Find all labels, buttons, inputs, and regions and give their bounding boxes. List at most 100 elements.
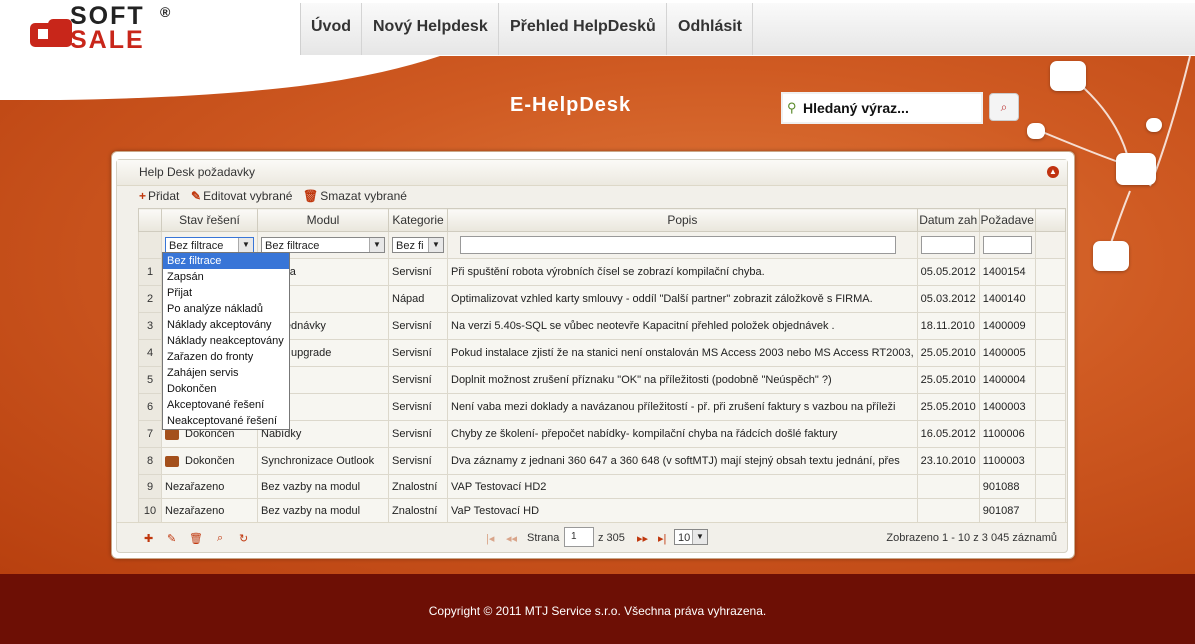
cell-datum: 05.03.2012	[916, 285, 980, 313]
table-row[interactable]: 8 Dokončen Synchronizace Outlook Servisní Dv…	[138, 447, 1066, 475]
column-header-datum[interactable]: Datum zah	[916, 208, 980, 232]
dropdown-option[interactable]: Náklady akceptovány	[163, 317, 289, 333]
cell-empty	[1034, 366, 1066, 394]
last-page-icon[interactable]: ▸|	[658, 532, 666, 545]
add-button[interactable]: + Přidat	[139, 189, 179, 203]
nav-odhlasit[interactable]: Odhlásit	[668, 3, 754, 55]
cell-empty	[1034, 339, 1066, 367]
search-input[interactable]: ⚲ Hledaný výraz...	[781, 92, 983, 124]
column-header-modul[interactable]: Modul	[257, 208, 389, 232]
column-header-stav[interactable]: Stav řešení	[161, 208, 258, 232]
decorative-bubble	[1050, 61, 1086, 91]
dropdown-option[interactable]: Zařazen do fronty	[163, 349, 289, 365]
row-number: 10	[138, 498, 162, 523]
grid-title: Help Desk požadavky	[139, 165, 256, 179]
cell-datum: 18.11.2010	[916, 312, 980, 340]
cell-popis: Na verzi 5.40s-SQL se vůbec neotevře Kap…	[447, 312, 918, 340]
nav-prehled-helpdesku[interactable]: Přehled HelpDesků	[500, 3, 667, 55]
row-number: 2	[138, 285, 162, 313]
page-title: E-HelpDesk	[510, 94, 632, 116]
row-number: 3	[138, 312, 162, 340]
grid-caption: Help Desk požadavky ▲	[117, 160, 1067, 186]
cell-popis: Optimalizovat vzhled karty smlouvy - odd…	[447, 285, 918, 313]
rows-per-page-select[interactable]: 10 ▼	[674, 529, 708, 545]
chevron-down-icon: ▼	[369, 238, 384, 252]
cell-stav: Nezařazeno	[161, 498, 258, 523]
cell-empty	[1034, 393, 1066, 421]
dropdown-option[interactable]: Po analýze nákladů	[163, 301, 289, 317]
cell-empty	[1034, 474, 1066, 499]
edit-selected-button[interactable]: ✎ Editovat vybrané	[191, 189, 292, 203]
records-summary: Zobrazeno 1 - 10 z 3 045 záznamů	[886, 532, 1057, 544]
pencil-icon: ✎	[191, 189, 202, 203]
dropdown-option[interactable]: Náklady neakceptovány	[163, 333, 289, 349]
logo-sale-text: SALE	[70, 26, 145, 54]
cell-kategorie: Znalostní	[388, 498, 448, 523]
cell-popis: Není vaba mezi doklady a navázanou příle…	[447, 393, 918, 421]
dropdown-option[interactable]: Zahájen servis	[163, 365, 289, 381]
cell-pozadavek: 1400003	[978, 393, 1036, 421]
filter-popis-input[interactable]	[460, 236, 896, 254]
nav-uvod[interactable]: Úvod	[301, 3, 362, 55]
table-row[interactable]: 10 Nezařazeno Bez vazby na modul Znalostní V…	[138, 498, 1066, 523]
row-number: 5	[138, 366, 162, 394]
filter-datum-input[interactable]	[920, 236, 975, 254]
row-number: 9	[138, 474, 162, 499]
main-nav: Úvod Nový Helpdesk Přehled HelpDesků Odh…	[300, 3, 1195, 55]
page-input[interactable]: 1	[564, 527, 594, 547]
filter-row-number	[138, 231, 162, 259]
chevron-down-icon: ▼	[238, 238, 253, 252]
cell-empty	[1034, 447, 1066, 475]
column-header-popis[interactable]: Popis	[447, 208, 918, 232]
cell-datum: 25.05.2010	[916, 393, 980, 421]
row-number-header	[138, 208, 162, 232]
cell-popis: Doplnit možnost zrušení příznaku "OK" na…	[447, 366, 918, 394]
cell-pozadavek: 1400154	[978, 258, 1036, 286]
search-button[interactable]: ⌕	[989, 93, 1019, 121]
briefcase-icon	[165, 455, 179, 467]
search-placeholder: Hledaný výraz...	[803, 100, 909, 116]
refresh-icon[interactable]: ↻	[239, 532, 248, 545]
cell-empty	[1034, 312, 1066, 340]
dropdown-option[interactable]: Přijat	[163, 285, 289, 301]
delete-selected-button[interactable]: 🗑 Smazat vybrané	[303, 189, 407, 203]
filter-pozadavek-input[interactable]	[982, 236, 1032, 254]
dropdown-option[interactable]: Akceptované řešení	[163, 397, 289, 413]
cell-pozadavek: 901088	[978, 474, 1036, 499]
delete-icon[interactable]: 🗑	[189, 532, 203, 545]
nav-novy-helpdesk[interactable]: Nový Helpdesk	[363, 3, 499, 55]
cell-stav: Dokončen	[161, 447, 258, 475]
dropdown-option[interactable]: Bez filtrace	[163, 253, 289, 269]
grid-toolbar: + Přidat ✎ Editovat vybrané 🗑 Smazat vybran…	[117, 185, 1067, 208]
dropdown-option[interactable]: Neakceptované řešení	[163, 413, 289, 429]
first-page-icon[interactable]: |◂	[486, 532, 494, 545]
cell-datum: 05.05.2012	[916, 258, 980, 286]
cell-empty	[1034, 258, 1066, 286]
cell-pozadavek: 1400005	[978, 339, 1036, 367]
filter-popis-cell	[447, 231, 918, 259]
cell-empty	[1034, 285, 1066, 313]
add-icon[interactable]: ✚	[144, 532, 153, 545]
filter-modul-select[interactable]: Bez filtrace ▼	[261, 237, 385, 253]
next-page-icon[interactable]: ▸▸	[637, 532, 648, 545]
search-icon: ⌕	[1000, 100, 1008, 114]
cell-pozadavek: 1400009	[978, 312, 1036, 340]
decorative-bubble	[1027, 123, 1045, 139]
decorative-bubble	[1146, 118, 1162, 132]
filter-kategorie-select[interactable]: Bez fi ▼	[392, 237, 444, 253]
edit-icon[interactable]: ✎	[167, 532, 176, 545]
copyright-text: Copyright © 2011 MTJ Service s.r.o. Všec…	[428, 604, 767, 618]
cell-kategorie: Servisní	[388, 312, 448, 340]
prev-page-icon[interactable]: ◂◂	[506, 532, 517, 545]
cell-popis: Při spuštění robota výrobních čísel se z…	[447, 258, 918, 286]
collapse-icon[interactable]: ▲	[1047, 166, 1059, 178]
dropdown-option[interactable]: Zapsán	[163, 269, 289, 285]
column-header-pozadavek[interactable]: Požadave	[978, 208, 1036, 232]
trash-icon: 🗑	[303, 189, 319, 203]
search-icon[interactable]: ⌕	[217, 532, 223, 545]
filter-stav-select[interactable]: Bez filtrace ▼	[165, 237, 254, 253]
column-header-kategorie[interactable]: Kategorie	[388, 208, 448, 232]
dropdown-option[interactable]: Dokončen	[163, 381, 289, 397]
cell-popis: VaP Testovací HD	[447, 498, 918, 523]
table-row[interactable]: 9 Nezařazeno Bez vazby na modul Znalostní VA…	[138, 474, 1066, 499]
